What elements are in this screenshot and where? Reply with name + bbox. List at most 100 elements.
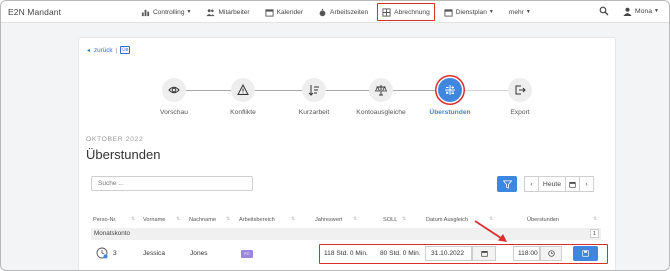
warning-icon [237,84,249,95]
overtime-input[interactable]: 118:00 [513,246,540,261]
nav-item-kalender[interactable]: Kalender [259,3,309,21]
sort-icon[interactable]: ⇅ [226,216,230,222]
export-icon [515,85,526,95]
area-badge: FC [241,250,253,258]
step-circle [302,78,326,102]
top-navigation-bar: E2N Mandant Controlling ▼ Mitarbeiter Ka… [1,1,669,23]
stopwatch-icon [319,8,326,16]
save-icon [582,250,589,257]
sort-descending-icon [308,85,319,96]
step-export[interactable]: Export [480,78,560,116]
column-header[interactable]: Perso-Nr. [93,217,117,223]
brand-name[interactable]: E2N Mandant [8,7,61,17]
nav-label: Dienstplan [455,8,487,16]
sort-icon[interactable]: ⇅ [353,216,357,222]
column-header[interactable]: Nachname [189,217,216,223]
caret-down-icon: ▼ [525,9,531,15]
timepicker-button[interactable] [540,246,562,261]
cell-jahreswert: 118 Std. 0 Min. [324,250,368,257]
column-header[interactable]: Überstunden [527,217,559,223]
date-pager: ‹ Heute › [524,176,594,192]
filter-button[interactable] [497,176,517,192]
nav-label: Abrechnung [394,8,430,16]
sort-icon[interactable]: ⇅ [402,216,406,222]
chart-icon [141,9,150,16]
filter-icon [502,179,512,189]
back-link[interactable]: ◂ zurück | ÜB [87,46,131,54]
calendar-icon [480,251,488,257]
date-input[interactable]: 31.10.2022 [425,246,472,261]
cell-soll: 80 Std. 0 Min. [380,250,421,257]
period-label: OKTOBER 2022 [86,136,144,143]
scale-icon [375,85,387,96]
step-label: Kontoausgleiche [356,109,406,116]
group-label: Monatskonto [94,230,131,237]
calculator-icon [445,85,455,95]
user-menu[interactable]: Mona [635,8,652,15]
column-header[interactable]: Datum Ausgleich [426,217,468,223]
caret-down-icon: ▼ [654,8,659,14]
nav-item-arbeitszeiten[interactable]: Arbeitszeiten [312,3,374,21]
clock-icon [547,250,555,257]
step-circle [162,78,186,102]
sort-icon[interactable]: ⇅ [291,216,295,222]
datepicker-button[interactable] [472,246,496,261]
column-header[interactable]: SOLL [383,217,397,223]
calendar-icon [569,181,576,188]
step-label: Konflikte [230,109,256,116]
next-button[interactable]: › [579,176,594,192]
save-button[interactable] [573,246,598,261]
sort-icon[interactable]: ⇅ [593,216,597,222]
back-label: zurück [94,46,113,54]
annotation-arrow-icon [474,220,507,242]
table-header: Perso-Nr. ⇅ Vorname ⇅ Nachname ⇅ Arbeits… [91,214,601,226]
step-ueberstunden[interactable]: Überstunden [410,78,490,116]
group-row[interactable]: Monatskonto 1 [91,228,601,240]
chevron-right-icon: › [585,180,588,188]
sort-icon[interactable]: ⇅ [131,216,135,222]
cell-vorname: Jessica [143,250,165,257]
search-icon[interactable] [599,6,609,16]
column-header[interactable]: Jahreswert [315,217,342,223]
separator: | [115,46,118,54]
nav-label: Mitarbeiter [218,8,250,16]
nav-item-mehr[interactable]: mehr ▼ [503,3,537,21]
step-kontoausgleiche[interactable]: Kontoausgleiche [341,78,421,116]
nav-item-dienstplan[interactable]: Dienstplan ▼ [438,3,500,21]
step-label: Überstunden [429,109,471,116]
step-konflikte[interactable]: Konflikte [203,78,283,116]
calendar-icon [265,8,274,17]
step-circle [438,78,462,102]
chevron-left-icon: ◂ [87,47,91,54]
step-label: Vorschau [160,109,188,116]
column-header[interactable]: Arbeitsbereich [239,217,275,223]
people-icon [206,8,216,16]
cell-nachname: Jones [190,250,208,257]
chevron-left-icon: ‹ [530,180,533,188]
today-button[interactable]: Heute [538,176,566,192]
calculator-icon [382,7,391,17]
group-count: 1 [590,229,599,238]
calendar-button[interactable] [565,176,580,192]
calendar-icon [444,8,453,17]
clock-user-icon [96,247,108,259]
step-vorschau[interactable]: Vorschau [134,78,214,116]
nav-item-mitarbeiter[interactable]: Mitarbeiter [200,3,255,21]
caret-down-icon: ▼ [186,9,192,15]
main-nav: Controlling ▼ Mitarbeiter Kalender Arbei… [135,3,540,21]
sort-icon[interactable]: ⇅ [176,216,180,222]
nav-item-controlling[interactable]: Controlling ▼ [135,3,197,21]
column-header[interactable]: Vorname [143,217,165,223]
caret-down-icon: ▼ [488,9,494,15]
nav-label: Arbeitszeiten [330,8,369,16]
table-row: 3 Jessica Jones FC 118 Std. 0 Min. 80 St… [91,242,611,266]
app-window: E2N Mandant Controlling ▼ Mitarbeiter Ka… [0,0,670,271]
nav-label: Controlling [153,8,185,16]
previous-button[interactable]: ‹ [524,176,539,192]
step-label: Export [510,109,530,116]
eye-icon [168,86,180,94]
step-circle [369,78,393,102]
search-input[interactable] [91,176,253,191]
nav-item-abrechnung[interactable]: Abrechnung [377,3,435,21]
topbar-right: Mona ▼ [599,6,659,16]
